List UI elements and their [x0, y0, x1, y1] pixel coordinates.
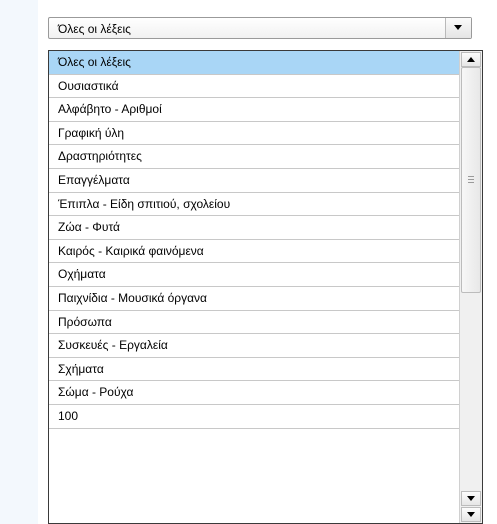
list-item-furniture[interactable]: Έπιπλα - Είδη σπιτιού, σχολείου — [49, 192, 459, 217]
grip-icon — [468, 176, 474, 183]
vertical-scrollbar[interactable] — [459, 51, 482, 523]
scroll-down-button-lower[interactable] — [461, 507, 481, 522]
dropdown-button[interactable] — [445, 18, 471, 38]
list-item-vehicles[interactable]: Οχήματα — [49, 263, 459, 287]
list-item-alphabet-numbers[interactable]: Αλφάβητο - Αριθμοί — [49, 98, 459, 122]
list-item-nouns[interactable]: Ουσιαστικά — [49, 74, 459, 99]
arrow-up-icon — [467, 57, 475, 62]
list-item-toys-instruments[interactable]: Παιχνίδια - Μουσικά όργανα — [49, 286, 459, 311]
dropdown-list[interactable]: Όλες οι λέξεις Ουσιαστικά Αλφάβητο - Αρι… — [48, 50, 483, 524]
list-item-activities[interactable]: Δραστηριότητες — [49, 145, 459, 169]
chevron-down-icon — [454, 25, 462, 30]
list-item-body-clothes[interactable]: Σώμα - Ρούχα — [49, 381, 459, 405]
category-select-value: Όλες οι λέξεις — [58, 22, 131, 36]
category-select[interactable]: Όλες οι λέξεις — [48, 17, 472, 39]
scroll-thumb[interactable] — [461, 67, 481, 293]
list-item-devices-tools[interactable]: Συσκευές - Εργαλεία — [49, 334, 459, 358]
list-item-professions[interactable]: Επαγγέλματα — [49, 168, 459, 193]
list-item-animals-plants[interactable]: Ζώα - Φυτά — [49, 216, 459, 240]
list-item-shapes[interactable]: Σχήματα — [49, 357, 459, 382]
list-item-people[interactable]: Πρόσωπα — [49, 310, 459, 335]
page: Όλες οι λέξεις Όλες οι λέξεις Ουσιαστικά… — [0, 0, 497, 524]
scroll-up-button[interactable] — [461, 52, 481, 67]
scroll-down-button[interactable] — [461, 491, 481, 506]
list-item-weather[interactable]: Καιρός - Καιρικά φαινόμενα — [49, 239, 459, 264]
list-item-100[interactable]: 100 — [49, 404, 459, 429]
dropdown-items: Όλες οι λέξεις Ουσιαστικά Αλφάβητο - Αρι… — [49, 51, 459, 429]
list-item-stationery[interactable]: Γραφική ύλη — [49, 121, 459, 146]
left-pane — [0, 0, 38, 524]
list-item-all-words[interactable]: Όλες οι λέξεις — [49, 51, 459, 75]
arrow-down-icon — [467, 496, 475, 501]
arrow-down-icon — [467, 512, 475, 517]
